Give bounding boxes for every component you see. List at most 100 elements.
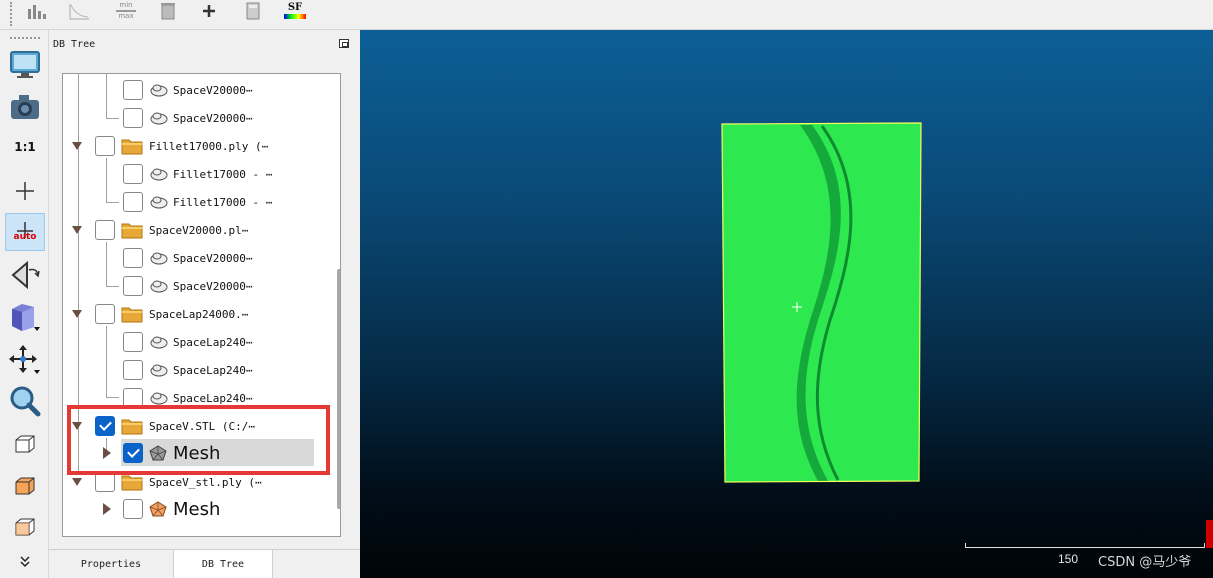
tree-item[interactable]: SpaceV20000⋯ [123,77,252,103]
tree-line [106,326,107,398]
tree-item[interactable]: SpaceLap240⋯ [123,329,252,355]
cloud-icon [150,364,168,377]
sf-label: SF [287,2,303,13]
tree-item-label: SpaceLap240⋯ [173,391,253,405]
visibility-checkbox[interactable] [95,472,115,492]
tree-item[interactable]: Fillet17000 - ⋯ [123,161,272,187]
zoom-magnifier-icon[interactable] [5,382,45,420]
folder-icon [121,475,143,491]
camera-icon[interactable] [5,88,45,126]
tree-line [106,158,107,203]
undock-icon[interactable] [339,39,349,48]
toolbar-grip[interactable] [10,2,12,26]
expand-arrow-icon[interactable] [101,503,113,515]
visibility-checkbox[interactable] [123,332,143,352]
cloud-icon [150,196,168,209]
tree-item[interactable]: SpaceLap240⋯ [123,357,252,383]
db-tree-panel: DB Tree SpaceV20000⋯ SpaceV20000⋯ Fillet… [49,30,360,578]
tab-db-tree[interactable]: DB Tree [173,550,273,578]
tree-item[interactable]: Mesh [101,496,220,522]
visibility-checkbox[interactable] [123,276,143,296]
tree-item-label: Fillet17000 - ⋯ [173,167,273,181]
tree-line [106,286,119,287]
tab-properties[interactable]: Properties [49,550,173,578]
scrollbar-thumb[interactable] [337,269,340,509]
tree-item-label: SpaceV20000⋯ [173,83,253,97]
tree-item[interactable]: Fillet17000 - ⋯ [123,189,272,215]
view-edge-marker [1206,520,1213,548]
fullscreen-icon[interactable] [5,46,45,84]
visibility-checkbox[interactable] [95,304,115,324]
collapse-arrow-icon[interactable] [71,224,83,236]
tree-line [106,242,107,287]
mesh-render [721,122,922,483]
side-view-icon[interactable] [5,508,45,546]
perspective-toggle-icon[interactable] [5,256,45,294]
front-view-icon[interactable] [5,425,45,463]
tree-scrollbar[interactable] [337,74,340,536]
tree-line [106,118,119,119]
cloud-icon [150,84,168,97]
tree-group[interactable]: SpaceLap24000.⋯ [71,301,248,327]
mesh-icon [149,501,167,517]
visibility-checkbox[interactable] [123,360,143,380]
more-chevron-icon[interactable] [5,550,45,574]
trash-table-icon[interactable] [157,0,179,22]
scale-value: 150 [1058,552,1079,566]
annotation-highlight-box [67,405,330,475]
tree-group[interactable]: SpaceV20000.pl⋯ [71,217,248,243]
visibility-checkbox[interactable] [95,136,115,156]
tree-item[interactable]: SpaceV20000⋯ [123,273,252,299]
tree-item-label: Fillet17000 - ⋯ [173,195,273,209]
panel-tabs: Properties DB Tree [49,549,360,578]
plus-icon[interactable] [198,0,220,22]
collapse-arrow-icon[interactable] [71,140,83,152]
visibility-checkbox[interactable] [123,80,143,100]
move-cross-icon[interactable] [5,341,45,379]
histogram-icon[interactable] [24,0,50,22]
visibility-checkbox[interactable] [123,248,143,268]
top-view-icon[interactable] [5,467,45,505]
tree-item[interactable]: SpaceV20000⋯ [123,245,252,271]
folder-icon [121,307,143,323]
tree-group-label: SpaceV20000.pl⋯ [149,223,249,237]
collapse-arrow-icon[interactable] [71,308,83,320]
left-toolbar-grip[interactable] [10,37,40,39]
zoom-one-to-one-button[interactable]: 1:1 [5,128,45,166]
cloud-icon [150,280,168,293]
cloud-icon [150,168,168,181]
visibility-checkbox[interactable] [123,192,143,212]
pivot-cross-icon[interactable] [5,172,45,210]
cloud-icon [150,336,168,349]
tree-line [106,397,119,398]
view-cube-icon[interactable] [5,298,45,336]
one-to-one-label: 1:1 [14,140,36,154]
auto-pivot-button[interactable]: auto [5,213,45,251]
main-toolbar: min max SF [0,0,1213,30]
tree-item[interactable]: SpaceV20000⋯ [123,105,252,131]
visibility-checkbox[interactable] [123,164,143,184]
visibility-checkbox[interactable] [123,499,143,519]
curve-icon[interactable] [66,0,92,22]
tree-item-label: SpaceLap240⋯ [173,363,253,377]
sf-color-icon[interactable]: SF [281,0,309,22]
calculator-icon[interactable] [242,0,264,22]
tree-line [106,202,119,203]
tree-group[interactable]: Fillet17000.ply (⋯ [71,133,268,159]
panel-title: DB Tree [53,39,96,50]
watermark: CSDN @马少爷 [1098,555,1192,570]
visibility-checkbox[interactable] [123,108,143,128]
3d-view[interactable]: 150 CSDN @马少爷 [360,30,1213,578]
cloud-icon [150,112,168,125]
left-toolbar: 1:1 auto [0,30,49,578]
tree-item-label: SpaceV20000⋯ [173,251,253,265]
min-max-icon[interactable]: min max [110,0,142,22]
scale-bar [965,543,1205,548]
tree-item-label: SpaceV20000⋯ [173,279,253,293]
collapse-arrow-icon[interactable] [71,476,83,488]
visibility-checkbox[interactable] [95,220,115,240]
folder-icon [121,139,143,155]
tab-properties-label: Properties [80,559,142,570]
tree-group-label: SpaceV_stl.ply (⋯ [149,475,262,489]
tree-group-label: SpaceLap24000.⋯ [149,307,249,321]
